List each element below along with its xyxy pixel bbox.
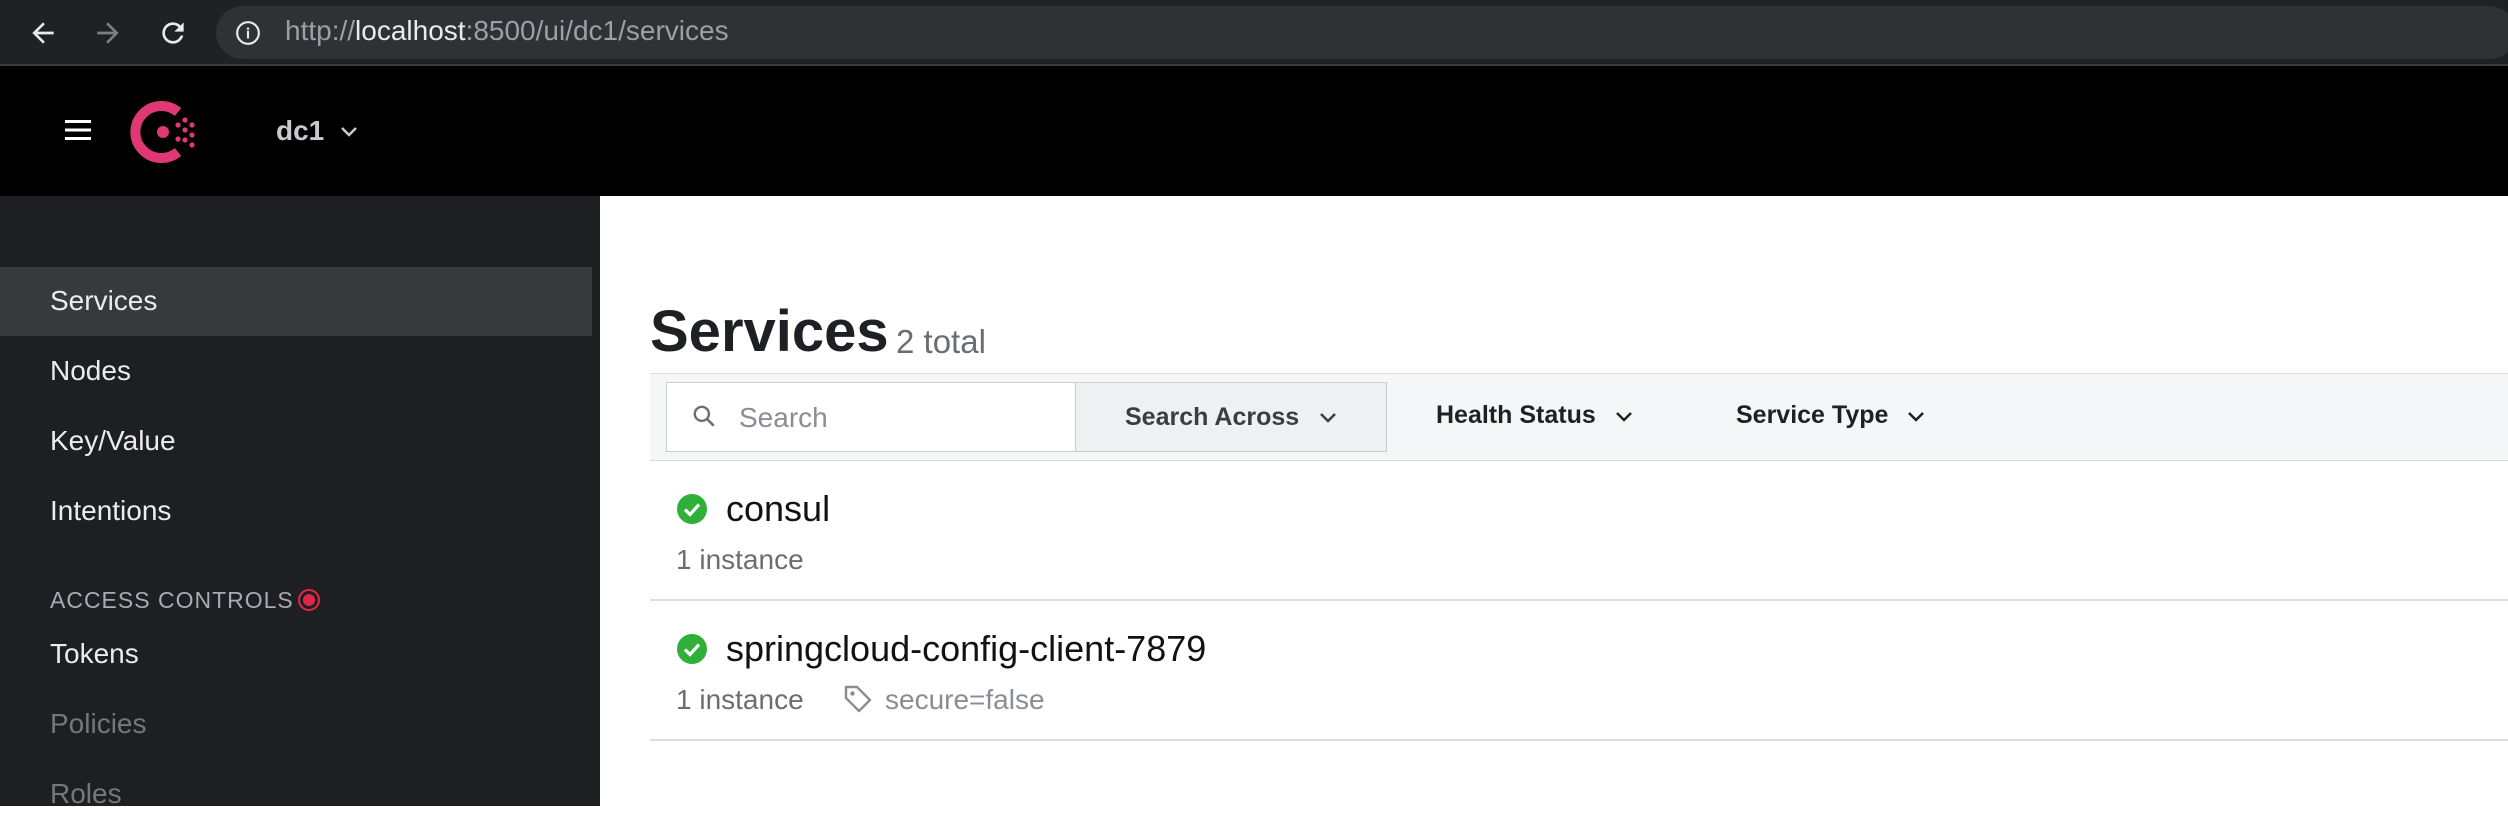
info-icon xyxy=(236,21,260,45)
chevron-down-icon xyxy=(1908,412,1925,422)
search-across-dropdown[interactable]: Search Across xyxy=(1075,382,1387,452)
sidebar-item-label: Intentions xyxy=(50,495,172,526)
service-count: 2 total xyxy=(896,323,986,360)
sidebar-item-key-value[interactable]: Key/Value xyxy=(0,407,592,476)
service-row[interactable]: consul 1 instance xyxy=(650,461,2508,601)
sidebar-item-label: Tokens xyxy=(50,638,139,669)
access-controls-heading: ACCESS CONTROLS xyxy=(50,587,294,613)
service-type-label: Service Type xyxy=(1736,401,1889,429)
sidebar-item-tokens[interactable]: Tokens xyxy=(0,620,592,689)
check-circle-icon xyxy=(677,494,707,524)
sidebar-item-label: Policies xyxy=(50,708,147,739)
url-prefix: http:// xyxy=(285,15,356,46)
chevron-down-icon xyxy=(1320,413,1336,423)
instance-count: 1 instance xyxy=(676,684,804,715)
instance-count: 1 instance xyxy=(676,544,804,575)
hamburger-icon xyxy=(65,120,91,140)
forward-button[interactable] xyxy=(88,13,128,53)
page-title: Services xyxy=(650,299,889,364)
chevron-down-icon xyxy=(341,127,357,137)
service-name[interactable]: consul xyxy=(726,487,830,531)
reload-icon xyxy=(162,22,184,44)
url-text[interactable]: http://localhost:8500/ui/dc1/services xyxy=(285,14,729,48)
service-row[interactable]: springcloud-config-client-7879 1 instanc… xyxy=(650,601,2508,741)
check-circle-icon xyxy=(677,634,707,664)
url-host: localhost xyxy=(355,15,466,46)
datacenter-selector[interactable]: dc1 xyxy=(276,114,358,148)
search-icon xyxy=(693,405,715,427)
service-type-dropdown[interactable]: Service Type xyxy=(1736,399,1925,431)
health-status-label: Health Status xyxy=(1436,401,1596,429)
alert-dot-icon xyxy=(298,589,320,611)
sidebar-item-services[interactable]: Services xyxy=(0,267,592,336)
app-header xyxy=(0,66,2508,196)
tag-icon xyxy=(844,685,872,713)
menu-button[interactable] xyxy=(62,114,94,146)
sidebar-item-label: Services xyxy=(50,285,158,316)
datacenter-label: dc1 xyxy=(276,115,325,146)
health-status-dropdown[interactable]: Health Status xyxy=(1436,399,1633,431)
chevron-down-icon xyxy=(1615,412,1632,422)
consul-logo-icon xyxy=(130,101,195,163)
sidebar-item-label: Key/Value xyxy=(50,425,176,456)
sidebar-item-label: Nodes xyxy=(50,355,131,386)
service-name[interactable]: springcloud-config-client-7879 xyxy=(726,627,1206,671)
sidebar-item-nodes[interactable]: Nodes xyxy=(0,337,592,406)
search-across-label: Search Across xyxy=(1125,403,1300,431)
consul-logo[interactable] xyxy=(130,98,200,166)
arrow-left-icon xyxy=(32,22,54,44)
back-button[interactable] xyxy=(23,13,63,53)
service-tag: secure=false xyxy=(885,684,1045,715)
arrow-right-icon xyxy=(97,22,119,44)
search-field[interactable] xyxy=(666,382,1076,452)
sidebar-item-roles: Roles xyxy=(0,760,592,829)
sidebar-item-policies: Policies xyxy=(0,690,592,759)
browser-toolbar: http://localhost:8500/ui/dc1/services xyxy=(0,0,2508,66)
reload-button[interactable] xyxy=(153,13,193,53)
search-input[interactable] xyxy=(737,397,1061,439)
url-path: :8500/ui/dc1/services xyxy=(465,15,729,46)
sidebar-item-intentions[interactable]: Intentions xyxy=(0,477,592,546)
